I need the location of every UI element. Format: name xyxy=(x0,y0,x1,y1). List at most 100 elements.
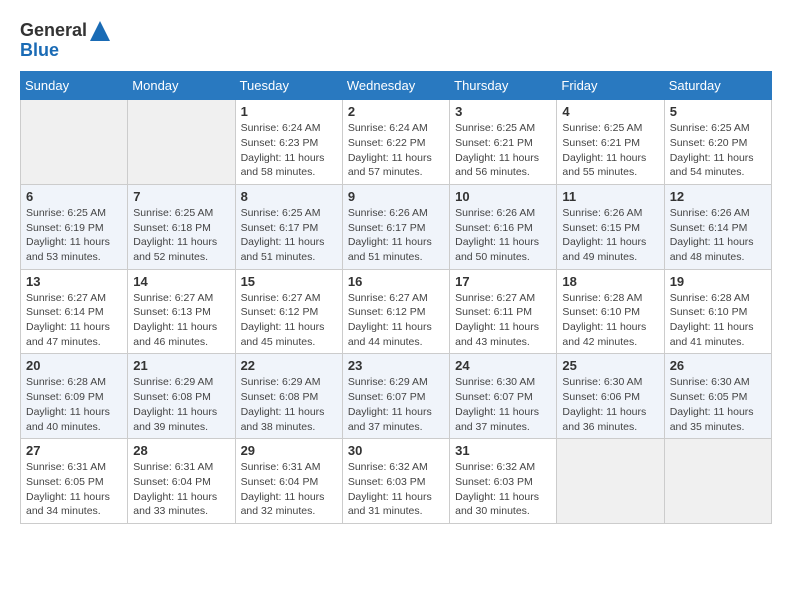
calendar-cell: 21 Sunrise: 6:29 AM Sunset: 6:08 PM Dayli… xyxy=(128,354,235,439)
day-number: 16 xyxy=(348,274,444,289)
calendar-cell: 5 Sunrise: 6:25 AM Sunset: 6:20 PM Daylig… xyxy=(664,100,771,185)
day-number: 12 xyxy=(670,189,766,204)
calendar-cell: 10 Sunrise: 6:26 AM Sunset: 6:16 PM Dayli… xyxy=(450,184,557,269)
day-number: 14 xyxy=(133,274,229,289)
day-number: 2 xyxy=(348,104,444,119)
calendar-cell: 28 Sunrise: 6:31 AM Sunset: 6:04 PM Dayli… xyxy=(128,439,235,524)
day-info: Sunrise: 6:32 AM Sunset: 6:03 PM Dayligh… xyxy=(455,460,551,519)
weekday-header: Monday xyxy=(128,72,235,100)
calendar-cell xyxy=(557,439,664,524)
calendar-cell: 2 Sunrise: 6:24 AM Sunset: 6:22 PM Daylig… xyxy=(342,100,449,185)
calendar-cell: 3Sunrise: 6:25 AM Sunset: 6:21 PM Daylig… xyxy=(450,100,557,185)
logo: General Blue xyxy=(20,20,110,61)
calendar-cell xyxy=(128,100,235,185)
calendar-table: SundayMondayTuesdayWednesdayThursdayFrid… xyxy=(20,71,772,524)
day-info: Sunrise: 6:26 AM Sunset: 6:16 PM Dayligh… xyxy=(455,206,551,265)
calendar-cell: 14 Sunrise: 6:27 AM Sunset: 6:13 PM Dayli… xyxy=(128,269,235,354)
calendar-cell: 18Sunrise: 6:28 AM Sunset: 6:10 PM Dayli… xyxy=(557,269,664,354)
day-info: Sunrise: 6:24 AM Sunset: 6:22 PM Dayligh… xyxy=(348,121,444,180)
calendar-cell: 7 Sunrise: 6:25 AM Sunset: 6:18 PM Daylig… xyxy=(128,184,235,269)
weekday-header: Wednesday xyxy=(342,72,449,100)
calendar-cell: 15 Sunrise: 6:27 AM Sunset: 6:12 PM Dayli… xyxy=(235,269,342,354)
calendar-cell: 6 Sunrise: 6:25 AM Sunset: 6:19 PM Daylig… xyxy=(21,184,128,269)
day-number: 30 xyxy=(348,443,444,458)
calendar-week-row: 13Sunrise: 6:27 AM Sunset: 6:14 PM Dayli… xyxy=(21,269,772,354)
calendar-cell: 16 Sunrise: 6:27 AM Sunset: 6:12 PM Dayli… xyxy=(342,269,449,354)
day-number: 11 xyxy=(562,189,658,204)
day-info: Sunrise: 6:31 AM Sunset: 6:04 PM Dayligh… xyxy=(133,460,229,519)
logo-blue: Blue xyxy=(20,40,59,62)
day-number: 24 xyxy=(455,358,551,373)
day-number: 1 xyxy=(241,104,337,119)
calendar-cell: 20Sunrise: 6:28 AM Sunset: 6:09 PM Dayli… xyxy=(21,354,128,439)
calendar-cell xyxy=(21,100,128,185)
day-number: 25 xyxy=(562,358,658,373)
day-info: Sunrise: 6:27 AM Sunset: 6:11 PM Dayligh… xyxy=(455,291,551,350)
day-number: 27 xyxy=(26,443,122,458)
day-info: Sunrise: 6:25 AM Sunset: 6:17 PM Dayligh… xyxy=(241,206,337,265)
day-info: Sunrise: 6:24 AM Sunset: 6:23 PM Dayligh… xyxy=(241,121,337,180)
day-info: Sunrise: 6:27 AM Sunset: 6:14 PM Dayligh… xyxy=(26,291,122,350)
day-info: Sunrise: 6:26 AM Sunset: 6:15 PM Dayligh… xyxy=(562,206,658,265)
day-info: Sunrise: 6:25 AM Sunset: 6:19 PM Dayligh… xyxy=(26,206,122,265)
logo-general: General xyxy=(20,20,87,42)
day-number: 20 xyxy=(26,358,122,373)
weekday-header: Tuesday xyxy=(235,72,342,100)
calendar-cell: 1 Sunrise: 6:24 AM Sunset: 6:23 PM Daylig… xyxy=(235,100,342,185)
calendar-cell: 9Sunrise: 6:26 AM Sunset: 6:17 PM Daylig… xyxy=(342,184,449,269)
weekday-header: Saturday xyxy=(664,72,771,100)
day-number: 15 xyxy=(241,274,337,289)
day-number: 8 xyxy=(241,189,337,204)
calendar-cell: 19Sunrise: 6:28 AM Sunset: 6:10 PM Dayli… xyxy=(664,269,771,354)
calendar-cell: 27 Sunrise: 6:31 AM Sunset: 6:05 PM Dayli… xyxy=(21,439,128,524)
calendar-header-row: SundayMondayTuesdayWednesdayThursdayFrid… xyxy=(21,72,772,100)
calendar-cell: 26 Sunrise: 6:30 AM Sunset: 6:05 PM Dayli… xyxy=(664,354,771,439)
day-info: Sunrise: 6:25 AM Sunset: 6:21 PM Dayligh… xyxy=(455,121,551,180)
calendar-cell: 13Sunrise: 6:27 AM Sunset: 6:14 PM Dayli… xyxy=(21,269,128,354)
day-number: 10 xyxy=(455,189,551,204)
day-info: Sunrise: 6:30 AM Sunset: 6:07 PM Dayligh… xyxy=(455,375,551,434)
day-number: 5 xyxy=(670,104,766,119)
day-number: 6 xyxy=(26,189,122,204)
day-number: 26 xyxy=(670,358,766,373)
day-info: Sunrise: 6:30 AM Sunset: 6:05 PM Dayligh… xyxy=(670,375,766,434)
weekday-header: Sunday xyxy=(21,72,128,100)
day-number: 28 xyxy=(133,443,229,458)
calendar-week-row: 1 Sunrise: 6:24 AM Sunset: 6:23 PM Daylig… xyxy=(21,100,772,185)
day-info: Sunrise: 6:25 AM Sunset: 6:18 PM Dayligh… xyxy=(133,206,229,265)
day-number: 18 xyxy=(562,274,658,289)
day-info: Sunrise: 6:25 AM Sunset: 6:20 PM Dayligh… xyxy=(670,121,766,180)
calendar-week-row: 20Sunrise: 6:28 AM Sunset: 6:09 PM Dayli… xyxy=(21,354,772,439)
day-info: Sunrise: 6:28 AM Sunset: 6:10 PM Dayligh… xyxy=(670,291,766,350)
day-info: Sunrise: 6:29 AM Sunset: 6:08 PM Dayligh… xyxy=(133,375,229,434)
day-number: 4 xyxy=(562,104,658,119)
day-number: 22 xyxy=(241,358,337,373)
calendar-cell: 29 Sunrise: 6:31 AM Sunset: 6:04 PM Dayli… xyxy=(235,439,342,524)
day-number: 9 xyxy=(348,189,444,204)
day-info: Sunrise: 6:31 AM Sunset: 6:04 PM Dayligh… xyxy=(241,460,337,519)
day-info: Sunrise: 6:25 AM Sunset: 6:21 PM Dayligh… xyxy=(562,121,658,180)
day-info: Sunrise: 6:30 AM Sunset: 6:06 PM Dayligh… xyxy=(562,375,658,434)
day-info: Sunrise: 6:27 AM Sunset: 6:12 PM Dayligh… xyxy=(348,291,444,350)
calendar-week-row: 27 Sunrise: 6:31 AM Sunset: 6:05 PM Dayli… xyxy=(21,439,772,524)
day-info: Sunrise: 6:26 AM Sunset: 6:14 PM Dayligh… xyxy=(670,206,766,265)
day-info: Sunrise: 6:29 AM Sunset: 6:07 PM Dayligh… xyxy=(348,375,444,434)
day-number: 29 xyxy=(241,443,337,458)
day-info: Sunrise: 6:31 AM Sunset: 6:05 PM Dayligh… xyxy=(26,460,122,519)
day-info: Sunrise: 6:29 AM Sunset: 6:08 PM Dayligh… xyxy=(241,375,337,434)
day-number: 21 xyxy=(133,358,229,373)
calendar-cell: 11 Sunrise: 6:26 AM Sunset: 6:15 PM Dayli… xyxy=(557,184,664,269)
day-number: 7 xyxy=(133,189,229,204)
day-info: Sunrise: 6:27 AM Sunset: 6:13 PM Dayligh… xyxy=(133,291,229,350)
calendar-cell: 24 Sunrise: 6:30 AM Sunset: 6:07 PM Dayli… xyxy=(450,354,557,439)
calendar-week-row: 6 Sunrise: 6:25 AM Sunset: 6:19 PM Daylig… xyxy=(21,184,772,269)
calendar-cell: 30 Sunrise: 6:32 AM Sunset: 6:03 PM Dayli… xyxy=(342,439,449,524)
calendar-cell: 4 Sunrise: 6:25 AM Sunset: 6:21 PM Daylig… xyxy=(557,100,664,185)
calendar-cell: 8 Sunrise: 6:25 AM Sunset: 6:17 PM Daylig… xyxy=(235,184,342,269)
calendar-cell: 25 Sunrise: 6:30 AM Sunset: 6:06 PM Dayli… xyxy=(557,354,664,439)
day-info: Sunrise: 6:27 AM Sunset: 6:12 PM Dayligh… xyxy=(241,291,337,350)
page-header: General Blue xyxy=(20,20,772,61)
day-number: 17 xyxy=(455,274,551,289)
day-info: Sunrise: 6:32 AM Sunset: 6:03 PM Dayligh… xyxy=(348,460,444,519)
calendar-cell: 31Sunrise: 6:32 AM Sunset: 6:03 PM Dayli… xyxy=(450,439,557,524)
